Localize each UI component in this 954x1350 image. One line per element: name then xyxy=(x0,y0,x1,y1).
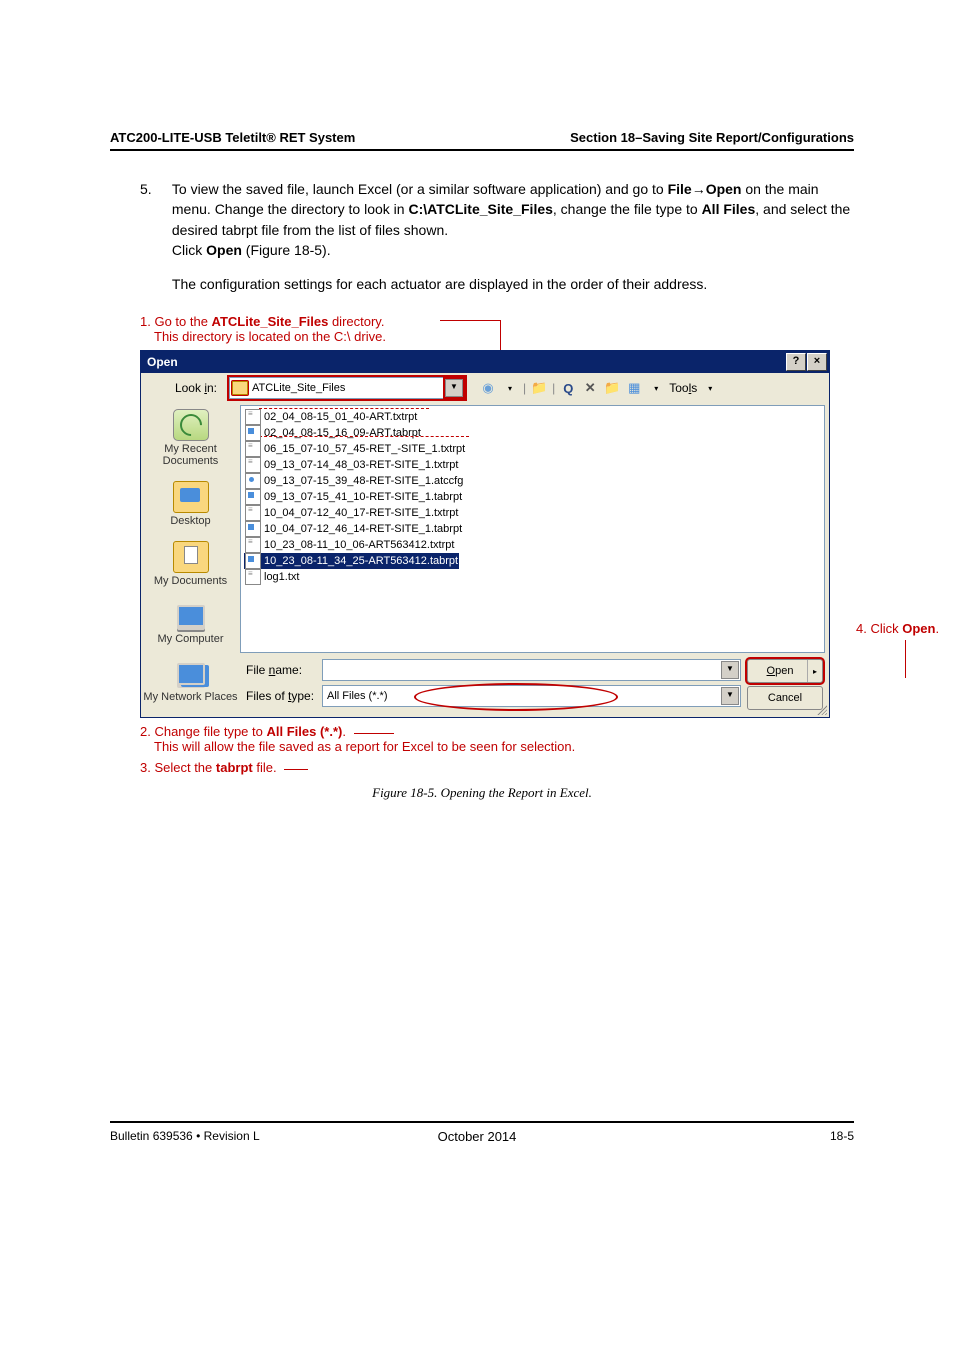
txt-file-icon xyxy=(245,537,261,553)
tab-file-icon xyxy=(245,425,261,441)
file-item[interactable]: 09_13_07-15_39_48-RET-SITE_1.atccfg xyxy=(244,473,821,489)
close-button[interactable]: × xyxy=(807,353,827,371)
file-item[interactable]: 09_13_07-15_41_10-RET-SITE_1.tabrpt xyxy=(244,489,821,505)
tab-file-icon xyxy=(245,521,261,537)
header-right: Section 18–Saving Site Report/Configurat… xyxy=(570,130,854,145)
desktop-icon xyxy=(173,481,209,513)
mydocs-icon xyxy=(173,541,209,573)
file-name: 02_04_08-15_16_09-ART.tabrpt xyxy=(264,427,421,439)
cfg-file-icon xyxy=(245,473,261,489)
file-name: 09_13_07-15_41_10-RET-SITE_1.tabrpt xyxy=(264,491,462,503)
dialog-toolbar: ◉ ▾ | 📁 | Q ✕ 📁 ▦ ▾ Tools ▾ xyxy=(479,379,719,397)
tab-file-icon xyxy=(245,489,261,505)
file-name: 02_04_08-15_01_40-ART.txtrpt xyxy=(264,411,417,423)
file-name: 10_04_07-12_40_17-RET-SITE_1.txtrpt xyxy=(264,507,458,519)
file-name: 10_04_07-12_46_14-RET-SITE_1.tabrpt xyxy=(264,523,462,535)
filetype-combo[interactable]: All Files (*.*) ▼ xyxy=(322,685,741,707)
up-folder-icon[interactable]: 📁 xyxy=(530,379,548,397)
filename-label: File name: xyxy=(246,663,322,677)
callout-2: 2. Change file type to All Files (*.*). … xyxy=(140,724,854,754)
back-icon[interactable]: ◉ xyxy=(479,379,497,397)
places-bar: My Recent Documents Desktop My Documents xyxy=(141,401,240,717)
search-icon[interactable]: Q xyxy=(559,379,577,397)
step-para2: The configuration settings for each actu… xyxy=(172,274,852,294)
callout-line xyxy=(354,733,394,734)
place-computer[interactable]: My Computer xyxy=(143,597,238,655)
chevron-down-icon[interactable]: ▼ xyxy=(721,687,739,705)
views-icon[interactable]: ▦ xyxy=(625,379,643,397)
place-desktop[interactable]: Desktop xyxy=(143,477,238,537)
place-mydocs[interactable]: My Documents xyxy=(143,537,238,597)
step-content: To view the saved file, launch Excel (or… xyxy=(172,179,852,294)
chevron-down-icon[interactable]: ▾ xyxy=(647,379,665,397)
callout-4: 4. Click Open. xyxy=(856,621,946,636)
file-item[interactable]: 02_04_08-15_01_40-ART.txtrpt xyxy=(244,409,821,425)
lookin-label: Look in: xyxy=(147,381,223,395)
header-left: ATC200-LITE-USB Teletilt® RET System xyxy=(110,130,355,145)
file-name: 09_13_07-15_39_48-RET-SITE_1.atccfg xyxy=(264,475,463,487)
lookin-combo[interactable]: ATCLite_Site_Files ▼ xyxy=(229,377,465,399)
page-footer: Bulletin 639536 • Revision L October 201… xyxy=(110,1121,854,1143)
tools-menu[interactable]: Tools xyxy=(669,381,697,395)
txt-file-icon xyxy=(245,569,261,585)
txt-file-icon xyxy=(245,505,261,521)
help-button[interactable]: ? xyxy=(786,353,806,371)
file-item[interactable]: 10_23_08-11_10_06-ART563412.txtrpt xyxy=(244,537,821,553)
chevron-down-icon[interactable]: ▼ xyxy=(721,661,739,679)
callout-3: 3. Select the tabrpt file. xyxy=(140,760,854,775)
callout-1: 1. Go to the ATCLite_Site_Files director… xyxy=(140,314,854,344)
recent-docs-icon xyxy=(173,409,209,441)
file-item[interactable]: 10_04_07-12_46_14-RET-SITE_1.tabrpt xyxy=(244,521,821,537)
txt-file-icon xyxy=(245,441,261,457)
file-item[interactable]: 10_23_08-11_34_25-ART563412.tabrpt xyxy=(244,553,459,569)
file-name: log1.txt xyxy=(264,571,299,583)
folder-icon xyxy=(232,381,248,395)
file-name: 10_23_08-11_10_06-ART563412.txtrpt xyxy=(264,539,454,551)
place-recent[interactable]: My Recent Documents xyxy=(143,405,238,477)
chevron-down-icon[interactable]: ▼ xyxy=(445,379,463,397)
txt-file-icon xyxy=(245,409,261,425)
figure-caption: Figure 18-5. Opening the Report in Excel… xyxy=(110,785,854,801)
place-network[interactable]: My Network Places xyxy=(143,655,238,713)
filetype-label: Files of type: xyxy=(246,689,322,703)
step-5: 5. To view the saved file, launch Excel … xyxy=(140,179,854,294)
open-dialog: Open ? × Look in: ATCLite_Site_Files ▼ ◉ xyxy=(140,350,830,718)
file-name: 09_13_07-14_48_03-RET-SITE_1.txtrpt xyxy=(264,459,458,471)
chevron-right-icon[interactable]: ▸ xyxy=(807,660,822,682)
page-header: ATC200-LITE-USB Teletilt® RET System Sec… xyxy=(110,130,854,151)
file-item[interactable]: 10_04_07-12_40_17-RET-SITE_1.txtrpt xyxy=(244,505,821,521)
chevron-down-icon[interactable]: ▾ xyxy=(501,379,519,397)
dialog-titlebar[interactable]: Open ? × xyxy=(141,351,829,373)
chevron-down-icon[interactable]: ▾ xyxy=(701,379,719,397)
filename-input[interactable]: ▼ xyxy=(322,659,741,681)
callout-line xyxy=(259,408,429,409)
txt-file-icon xyxy=(245,457,261,473)
step-number: 5. xyxy=(140,179,168,199)
file-item[interactable]: 02_04_08-15_16_09-ART.tabrpt xyxy=(244,425,821,441)
open-button[interactable]: Open ▸ xyxy=(747,659,823,683)
file-item[interactable]: 09_13_07-14_48_03-RET-SITE_1.txtrpt xyxy=(244,457,821,473)
lookin-value: ATCLite_Site_Files xyxy=(252,382,345,394)
file-name: 10_23_08-11_34_25-ART563412.tabrpt xyxy=(264,555,458,567)
resize-grip[interactable] xyxy=(815,703,827,715)
cancel-button[interactable]: Cancel xyxy=(747,686,823,710)
delete-icon[interactable]: ✕ xyxy=(581,379,599,397)
file-list[interactable]: 02_04_08-15_01_40-ART.txtrpt 02_04_08-15_… xyxy=(240,405,825,653)
callout-line xyxy=(284,769,308,770)
file-name: 06_15_07-10_57_45-RET_-SITE_1.txtrpt xyxy=(264,443,465,455)
file-item[interactable]: log1.txt xyxy=(244,569,821,585)
new-folder-icon[interactable]: 📁 xyxy=(603,379,621,397)
callout-line xyxy=(905,640,906,678)
computer-icon xyxy=(174,601,208,631)
network-icon xyxy=(174,659,208,689)
callout-line xyxy=(440,320,500,321)
footer-center: October 2014 xyxy=(0,1129,954,1144)
tab-file-icon xyxy=(245,553,261,569)
file-item[interactable]: 06_15_07-10_57_45-RET_-SITE_1.txtrpt xyxy=(244,441,821,457)
dialog-title: Open xyxy=(147,355,178,369)
callout-line xyxy=(259,436,469,437)
